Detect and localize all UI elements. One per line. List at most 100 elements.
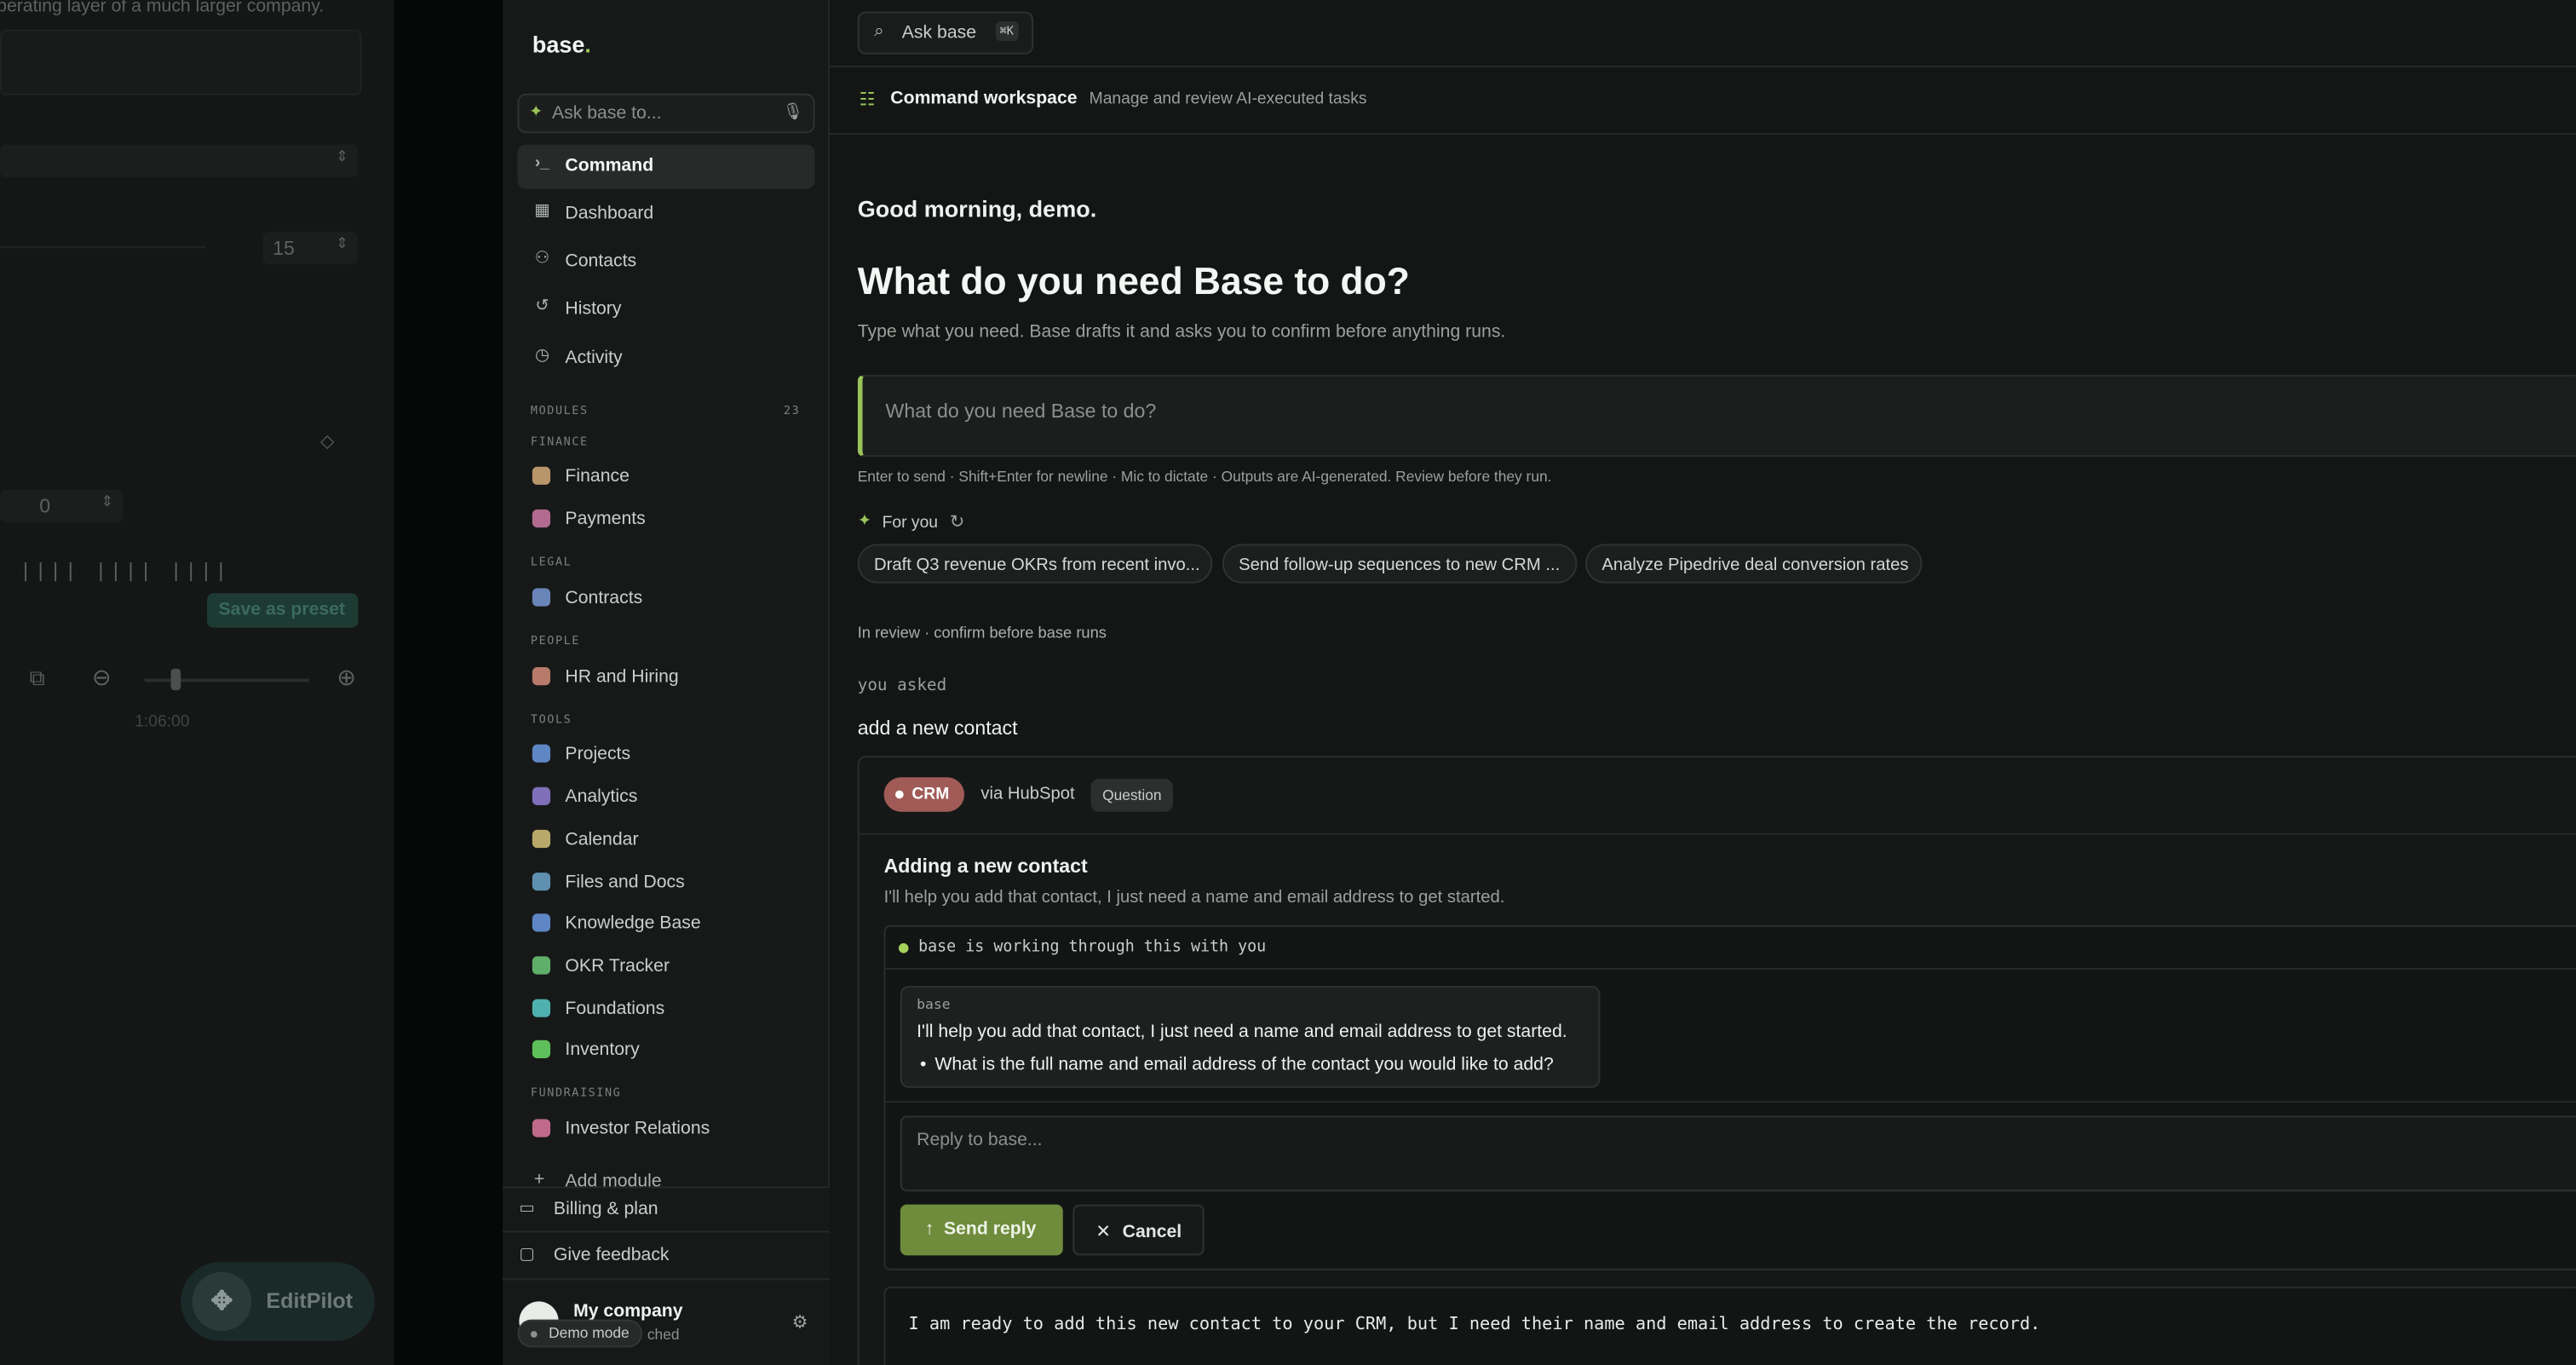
module-knowledge-base[interactable]: Knowledge Base [517,906,814,942]
credit-card-icon: ▭ [519,1199,535,1218]
status-dot [895,790,904,799]
checklist-icon: ☷ [859,90,876,111]
crm-badge: CRM [883,777,964,812]
background-slider [0,246,206,249]
nav-item-contacts[interactable]: ⚇ Contacts [517,240,814,285]
nav-item-dashboard[interactable]: ▦ Dashboard [517,193,814,237]
question-badge: Question [1090,779,1174,812]
conversation-panel: base is working through this with you ba… [883,924,2576,1270]
message-bullet: What is the full name and email address … [934,1055,1554,1075]
nav-item-activity[interactable]: ◷ Activity [517,337,814,381]
knowledge-icon [532,913,551,932]
logo[interactable]: base. [532,32,591,58]
background-text: perating layer of a much larger company. [0,0,325,17]
send-reply-button[interactable]: ↑ Send reply [900,1204,1063,1256]
feedback-link[interactable]: ▢ Give feedback [519,1246,669,1265]
updown-icon: ⇕ [336,234,348,252]
inventory-icon [532,1040,551,1058]
module-foundations[interactable]: Foundations [517,991,814,1027]
background-gap [394,0,503,1365]
history-icon: ↺ [535,297,549,316]
payments-icon [532,509,551,528]
module-analytics[interactable]: Analytics [517,779,814,815]
files-icon [532,873,551,891]
bullet-icon: • [919,1055,927,1075]
shortcut-badge: ⌘K [994,21,1019,42]
page-heading: What do you need Base to do? [857,259,1410,302]
contacts-icon: ⚇ [534,250,550,268]
nav-item-command[interactable]: ›_ Command [517,144,815,189]
time-readout: 1:06:00 [135,712,190,732]
suggestion-chip[interactable]: Send follow-up sequences to new CRM ... [1222,544,1578,584]
suggestion-chip[interactable]: Draft Q3 revenue OKRs from recent invo..… [857,544,1213,584]
demo-mode-badge: Demo mode [517,1319,643,1348]
review-label: In review · confirm before base runs [857,624,1107,643]
module-finance[interactable]: Finance [517,458,814,494]
hr-icon [532,666,551,686]
message-icon: ▢ [519,1245,535,1264]
module-okr-tracker[interactable]: OKR Tracker [517,948,814,984]
module-investor-relations[interactable]: Investor Relations [517,1111,814,1147]
zoom-in-icon: ⊕ [336,664,356,690]
diamond-icon: ◇ [320,432,335,452]
module-calendar[interactable]: Calendar [517,821,814,857]
page-subheading: Type what you need. Base drafts it and a… [857,321,1506,343]
search-button[interactable]: ⌕ Ask base ⌘K [857,11,1034,55]
updown-icon: ⇕ [336,147,348,164]
status-dot [530,1331,538,1338]
zoom-out-icon: ⊖ [91,664,112,690]
integration-label: via HubSpot [980,783,1075,804]
company-subtitle: ched [647,1326,680,1343]
modules-count: 23 [783,404,801,418]
module-projects[interactable]: Projects [517,736,814,772]
sidebar-ask-input[interactable]: ✦ Ask base to... 🎙︎ [517,93,815,134]
updown-icon: ⇕ [101,492,114,510]
close-icon: ✕ [1095,1222,1112,1242]
arrow-up-icon: ↑ [924,1218,934,1240]
suggestion-chip[interactable]: Analyze Pipedrive deal conversion rates [1585,544,1923,584]
module-payments[interactable]: Payments [517,501,814,537]
top-bar: ⌕ Ask base ⌘K [829,0,2576,68]
move-icon: ✥ [192,1271,252,1332]
divider [503,1278,830,1281]
projects-icon [532,744,551,763]
investor-icon [532,1119,551,1138]
greeting: Good morning, demo. [857,195,1097,222]
reply-input[interactable]: Reply to base... [900,1115,2576,1192]
waveform-icons: |||| |||| |||| [22,558,234,582]
divider [503,1230,830,1233]
main-panel: ⌕ Ask base ⌘K ☷ Command workspace Manage… [829,0,2576,1365]
contracts-icon [532,588,551,607]
sparkle-icon: ✦ [528,103,543,122]
zoom-slider-handle [170,668,181,690]
sidebar: base. ✦ Ask base to... 🎙︎ ›_ Command ▦ Das… [503,0,830,1365]
module-hr-and-hiring[interactable]: HR and Hiring [517,659,814,694]
card-title: Adding a new contact [883,854,1088,878]
group-label-tools: TOOLS [530,712,572,727]
billing-link[interactable]: ▭ Billing & plan [519,1200,658,1219]
refresh-icon[interactable]: ↻ [950,511,965,533]
company-name[interactable]: My company [573,1301,683,1321]
microphone-icon[interactable]: 🎙︎ [783,103,803,121]
command-input[interactable]: What do you need Base to do? [857,374,2576,458]
modules-label: MODULES [530,404,589,418]
assistant-message: base I'll help you add that contact, I j… [900,986,1601,1088]
module-contracts[interactable]: Contracts [517,580,814,616]
background-field [0,29,362,95]
zoom-slider [144,678,309,682]
nav-item-history[interactable]: ↺ History [517,287,814,331]
task-card: CRM via HubSpot Question Adding a new co… [857,756,2576,1365]
card-description: I'll help you add that contact, I just n… [883,887,1505,907]
module-files-and-docs[interactable]: Files and Docs [517,864,814,900]
workspace-subtitle: Manage and review AI-executed tasks [1089,90,1367,109]
module-inventory[interactable]: Inventory [517,1032,814,1068]
settings-icon[interactable]: ⚙ [792,1311,808,1333]
app-root: perating layer of a much larger company.… [0,0,2576,1365]
okr-icon [532,956,551,975]
group-label-fundraising: FUNDRAISING [530,1086,622,1100]
group-label-legal: LEGAL [530,555,572,569]
dashboard-icon: ▦ [534,202,550,221]
background-select: ⇕ [0,144,359,178]
divider [859,832,2576,835]
cancel-button[interactable]: ✕ Cancel [1072,1204,1205,1256]
